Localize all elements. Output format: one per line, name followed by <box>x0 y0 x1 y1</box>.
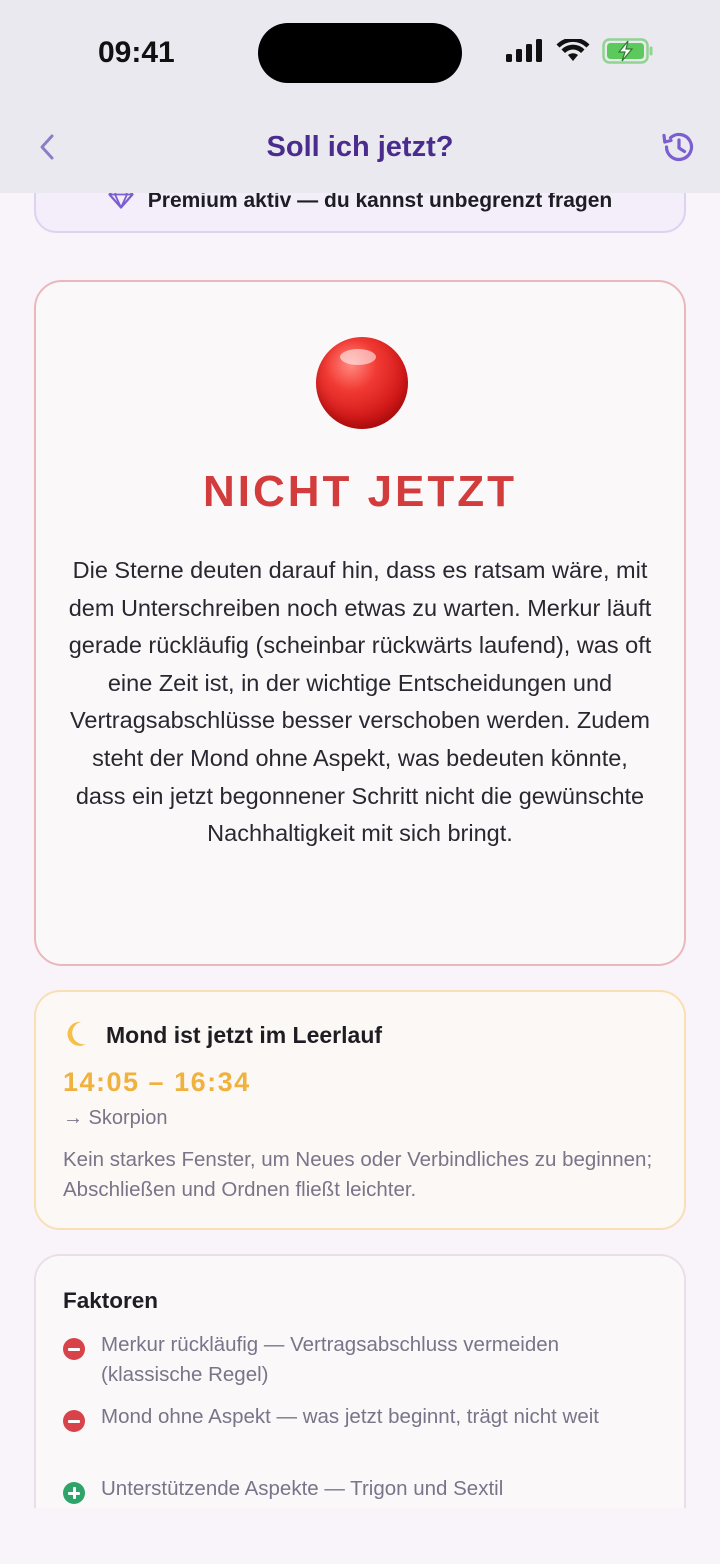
history-button[interactable] <box>658 129 698 169</box>
status-icons <box>506 37 654 69</box>
plus-circle-icon <box>63 1482 85 1504</box>
factor-text: Merkur rückläufig — Vertragsabschluss ve… <box>101 1333 560 1386</box>
factors-title: Faktoren <box>63 1288 159 1313</box>
moon-void-card: Mond ist jetzt im Leerlauf 14:05 – 16:34… <box>34 990 686 1230</box>
moon-time-range: 14:05 – 16:34 <box>63 1067 251 1097</box>
minus-circle-icon <box>63 1410 85 1432</box>
bottom-safe-area <box>0 1508 720 1564</box>
status-time: 09:41 <box>98 36 175 69</box>
moon-sign: → Skorpion <box>63 1107 168 1129</box>
verdict-explanation: Die Sterne deuten darauf hin, dass es ra… <box>68 557 652 847</box>
page-title: Soll ich jetzt? <box>266 131 454 163</box>
factor-item: Merkur rückläufig — Vertragsabschluss ve… <box>63 1330 654 1390</box>
red-circle-icon <box>316 337 408 429</box>
factor-item: Unterstützende Aspekte — Trigon und Sext… <box>63 1474 654 1504</box>
wifi-icon <box>556 37 590 68</box>
moon-description: Kein starkes Fenster, um Neues oder Verb… <box>63 1148 653 1201</box>
diamond-icon <box>108 193 134 215</box>
battery-charging-icon <box>602 38 654 69</box>
history-icon <box>660 129 696 170</box>
verdict-card: NICHT JETZT Die Sterne deuten darauf hin… <box>34 280 686 966</box>
premium-banner: Premium aktiv — du kannst unbegrenzt fra… <box>34 193 686 233</box>
moon-title: Mond ist jetzt im Leerlauf <box>106 1022 383 1048</box>
nav-bar: Soll ich jetzt? <box>0 105 720 193</box>
factors-card: Faktoren Merkur rückläufig — Vertragsabs… <box>34 1254 686 1508</box>
premium-text: Premium aktiv — du kannst unbegrenzt fra… <box>147 193 613 212</box>
signal-icon <box>506 39 544 68</box>
minus-circle-icon <box>63 1338 85 1360</box>
crescent-moon-icon <box>64 1020 90 1053</box>
factor-text: Mond ohne Aspekt — was jetzt beginnt, tr… <box>101 1405 599 1428</box>
verdict-title: NICHT JETZT <box>202 467 518 516</box>
status-bar: 09:41 <box>0 0 720 105</box>
factor-text: Unterstützende Aspekte — Trigon und Sext… <box>101 1477 504 1500</box>
dynamic-island <box>258 23 462 83</box>
scroll-content[interactable]: Premium aktiv — du kannst unbegrenzt fra… <box>0 193 720 1508</box>
factor-item: Mond ohne Aspekt — was jetzt beginnt, tr… <box>63 1402 654 1432</box>
